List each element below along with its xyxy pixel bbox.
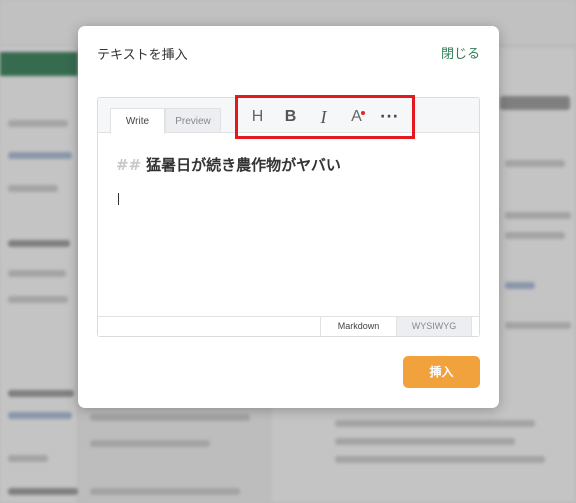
font-color-icon: A — [351, 108, 362, 125]
markdown-editor: Write Preview H B I A ··· ## 猛暑日が続き農作物がヤ… — [97, 97, 480, 337]
ellipsis-icon: ··· — [380, 109, 399, 125]
close-button[interactable]: 閉じる — [441, 43, 480, 62]
heading-icon: H — [251, 108, 264, 125]
mode-markdown[interactable]: Markdown — [320, 317, 396, 336]
italic-button[interactable]: I — [307, 102, 340, 132]
heading-marker: ## — [116, 156, 142, 174]
more-options-button[interactable]: ··· — [373, 102, 406, 132]
mode-wysiwyg[interactable]: WYSIWYG — [396, 317, 472, 336]
tab-write[interactable]: Write — [110, 108, 165, 134]
bold-button[interactable]: B — [274, 102, 307, 132]
editor-header: Write Preview H B I A ··· — [98, 98, 479, 134]
editor-mode-bar: Markdown WYSIWYG — [98, 316, 479, 336]
red-dot-icon — [361, 111, 365, 115]
bold-icon: B — [284, 108, 297, 125]
heading-button[interactable]: H — [241, 102, 274, 132]
heading-text: 猛暑日が続き農作物がヤバい — [146, 156, 341, 174]
insert-button[interactable]: 挿入 — [403, 356, 480, 388]
text-cursor — [118, 193, 119, 205]
dialog-title: テキストを挿入 — [97, 48, 188, 63]
insert-text-dialog: テキストを挿入 閉じる Write Preview H B I A ··· ##… — [78, 26, 499, 408]
italic-icon: I — [320, 106, 327, 127]
heading-line: ## 猛暑日が続き農作物がヤバい — [116, 154, 341, 175]
formatting-toolbar: H B I A ··· — [241, 102, 406, 132]
tab-preview[interactable]: Preview — [165, 108, 221, 133]
font-color-button[interactable]: A — [340, 102, 373, 132]
editor-text-area[interactable]: ## 猛暑日が続き農作物がヤバい — [98, 134, 479, 314]
